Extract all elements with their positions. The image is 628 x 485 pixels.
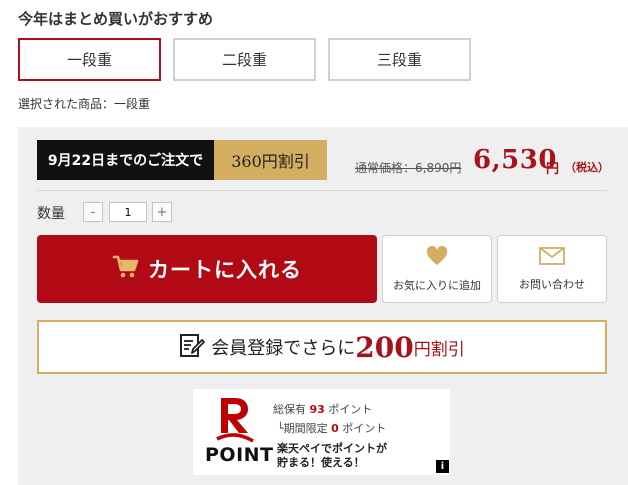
edit-form-icon bbox=[179, 332, 206, 362]
option-three-tier-button[interactable]: 三段重 bbox=[328, 38, 471, 81]
quantity-label: 数量 bbox=[37, 206, 65, 222]
mail-icon bbox=[539, 246, 565, 269]
section-title: 今年はまとめ買いがおすすめ bbox=[18, 10, 214, 28]
price-unit: 円 bbox=[546, 162, 560, 177]
rakuten-point-widget[interactable]: POINT 総保有 93 ポイント └期間限定 0 ポイント 楽天ペイでポイント… bbox=[193, 389, 450, 475]
add-to-cart-label: カートに入れる bbox=[148, 257, 302, 282]
quantity-increase-button[interactable]: + bbox=[152, 202, 172, 222]
rakuten-r-logo-icon bbox=[215, 395, 255, 447]
rakuten-pay-promo: 楽天ペイでポイントが 貯まる！使える！ bbox=[277, 442, 387, 469]
divider bbox=[37, 190, 607, 191]
promo-deadline-banner: 9月22日までのご注文で bbox=[37, 140, 214, 180]
add-to-favorites-button[interactable]: お気に入りに追加 bbox=[382, 235, 492, 303]
limited-points-value: 0 bbox=[331, 422, 339, 435]
inquiry-label: お問い合わせ bbox=[519, 277, 585, 291]
member-banner-prefix: 会員登録でさらに bbox=[211, 338, 356, 359]
rakuten-point-logo-text: POINT bbox=[205, 444, 274, 466]
quantity-input[interactable] bbox=[109, 202, 147, 222]
inquiry-button[interactable]: お問い合わせ bbox=[497, 235, 607, 303]
heart-icon bbox=[426, 245, 448, 270]
total-points-value: 93 bbox=[309, 403, 325, 416]
member-registration-banner[interactable]: 会員登録でさらに 200 円割引 bbox=[37, 320, 607, 374]
quantity-decrease-button[interactable]: - bbox=[83, 202, 103, 222]
selected-product-text: 選択された商品：一段重 bbox=[18, 97, 151, 111]
promo-discount-badge: 360円割引 bbox=[214, 140, 327, 180]
add-to-favorites-label: お気に入りに追加 bbox=[393, 278, 481, 292]
add-to-cart-button[interactable]: カートに入れる bbox=[37, 235, 377, 303]
option-one-tier-button[interactable]: 一段重 bbox=[18, 38, 161, 81]
option-two-tier-button[interactable]: 二段重 bbox=[173, 38, 316, 81]
regular-price: 通常価格：6,890円 bbox=[355, 161, 462, 175]
current-price: 6,530 bbox=[473, 145, 557, 175]
tax-included-label: （税込） bbox=[565, 161, 609, 174]
member-banner-suffix: 円割引 bbox=[413, 339, 465, 360]
limited-points-line: └期間限定 0 ポイント bbox=[277, 422, 387, 435]
info-icon[interactable]: i bbox=[436, 460, 449, 473]
cart-icon bbox=[112, 254, 140, 284]
member-discount-amount: 200 bbox=[355, 330, 414, 364]
total-points-line: 総保有 93 ポイント bbox=[273, 403, 373, 416]
